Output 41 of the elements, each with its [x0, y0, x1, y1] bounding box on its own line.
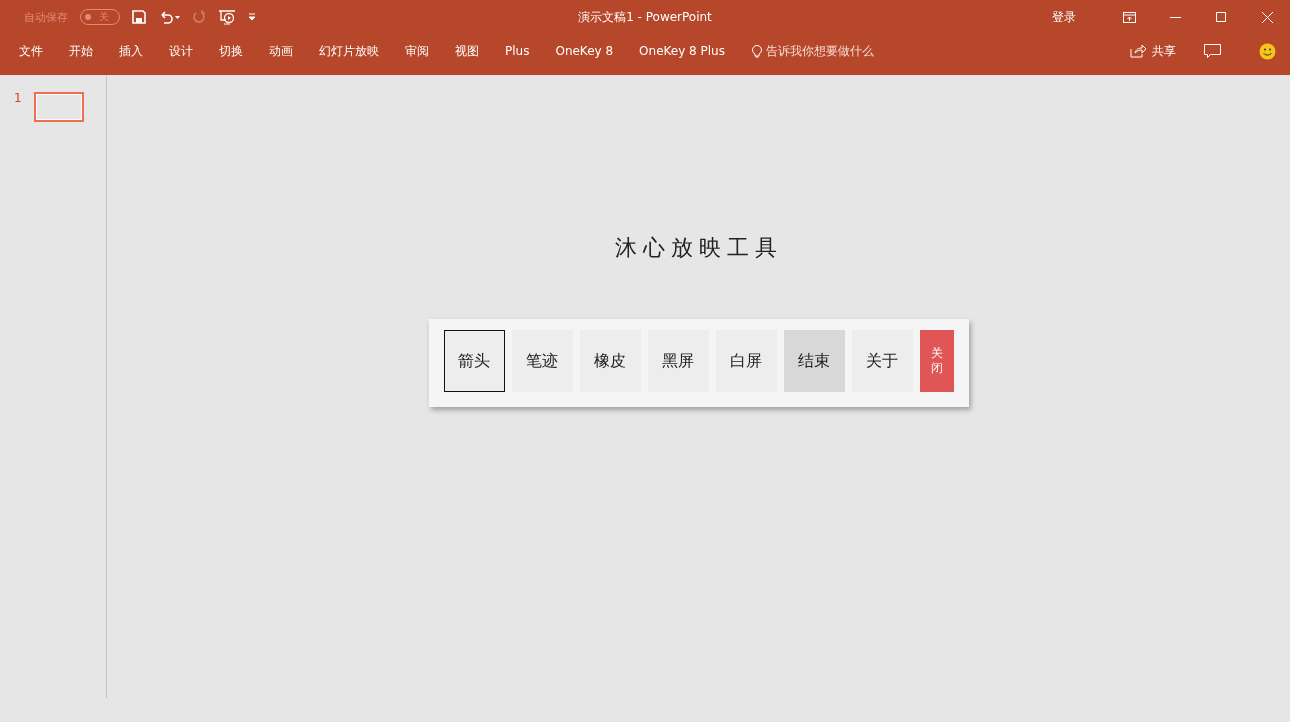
slide-thumbnail[interactable]	[33, 92, 84, 122]
tool-button[interactable]: 白屏	[715, 330, 777, 392]
ribbon-tab[interactable]: 设计	[156, 38, 206, 64]
tool-button[interactable]: 关于	[851, 330, 913, 392]
tool-button[interactable]: 橡皮	[579, 330, 641, 392]
tool-button[interactable]: 笔迹	[511, 330, 573, 392]
ribbon-tab[interactable]: 文件	[6, 38, 56, 64]
ribbon-tab[interactable]: 插入	[106, 38, 156, 64]
comment-icon[interactable]	[1204, 43, 1221, 59]
slideshow-icon[interactable]	[218, 9, 236, 25]
undo-icon[interactable]	[158, 10, 180, 24]
minimize-icon	[1169, 16, 1181, 18]
ribbon-tab[interactable]: OneKey 8 Plus	[626, 40, 738, 62]
ribbon-tab[interactable]: 幻灯片放映	[306, 38, 392, 64]
smiley-icon[interactable]	[1259, 42, 1276, 60]
share-button[interactable]: 共享	[1124, 41, 1182, 61]
share-icon	[1130, 44, 1146, 58]
window-title: 演示文稿1 - PowerPoint	[578, 8, 712, 26]
autosave-label: 自动保存	[24, 9, 68, 25]
save-icon[interactable]	[132, 10, 146, 24]
ribbon-tab[interactable]: 审阅	[392, 38, 442, 64]
maximize-icon	[1216, 12, 1226, 22]
close-icon	[1261, 11, 1273, 23]
tool-button[interactable]: 黑屏	[647, 330, 709, 392]
ribbon-tab[interactable]: 切换	[206, 38, 256, 64]
ribbon-display-icon	[1122, 11, 1136, 23]
slide-number: 1	[14, 91, 22, 105]
tell-me-field[interactable]: 告诉我你想要做什么	[765, 42, 874, 60]
ribbon-tab[interactable]: OneKey 8	[542, 40, 627, 62]
tool-button[interactable]: 结束	[783, 330, 845, 392]
ribbon-tab[interactable]: 动画	[256, 38, 306, 64]
ribbon-tab[interactable]: 视图	[442, 38, 492, 64]
lightbulb-icon	[751, 44, 762, 58]
toggle-state-text: 关	[99, 10, 109, 24]
tool-button[interactable]: 箭头	[443, 330, 505, 392]
sign-in-link[interactable]: 登录	[1052, 8, 1076, 26]
customize-caret-icon[interactable]	[248, 13, 256, 21]
slide-title: 沐心放映工具	[614, 234, 783, 262]
ribbon-tab[interactable]: 开始	[56, 38, 106, 64]
ribbon-tab[interactable]: Plus	[492, 40, 543, 62]
close-tool-button[interactable]: 关闭	[919, 330, 954, 392]
